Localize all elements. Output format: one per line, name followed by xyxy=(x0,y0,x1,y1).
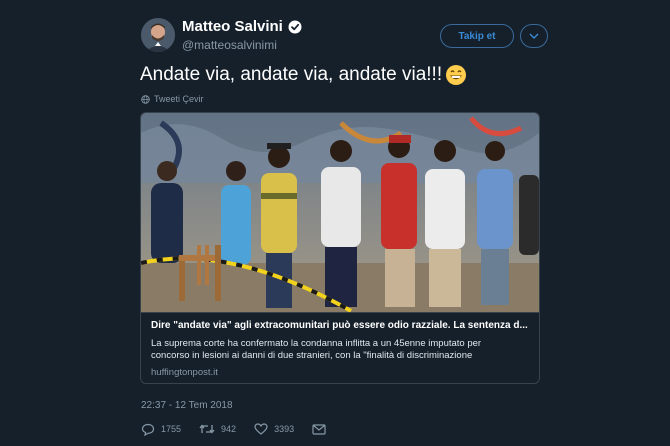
like-count: 3393 xyxy=(274,424,295,434)
globe-icon xyxy=(141,94,150,104)
retweet-action[interactable]: 942 xyxy=(199,423,236,435)
more-options-button[interactable] xyxy=(520,24,548,48)
tweet-text: Andate via, andate via, andate via!!! xyxy=(140,64,443,85)
author-handle[interactable]: @matteosalvinimi xyxy=(182,38,277,52)
like-icon xyxy=(254,423,268,435)
card-image[interactable] xyxy=(141,113,539,313)
translate-label[interactable]: Tweeti Çevir xyxy=(154,94,204,104)
like-action[interactable]: 3393 xyxy=(254,423,294,435)
chevron-down-icon xyxy=(529,33,539,39)
direct-message-action[interactable] xyxy=(312,423,326,435)
translate-tweet-link[interactable]: Tweeti Çevir xyxy=(141,94,204,104)
author-name[interactable]: Matteo Salvini xyxy=(182,18,283,35)
avatar[interactable] xyxy=(141,18,175,52)
tweet-text-row: Andate via, andate via, andate via!!! xyxy=(140,64,467,86)
card-domain: huffingtonpost.it xyxy=(151,367,218,378)
emoji-grin-icon xyxy=(445,64,467,86)
reply-count: 1755 xyxy=(161,424,182,434)
retweet-icon xyxy=(199,424,215,434)
author-name-row[interactable]: Matteo Salvini xyxy=(182,18,302,35)
link-card[interactable]: Dire "andate via" agli extracomunitari p… xyxy=(140,112,540,384)
reply-icon xyxy=(141,423,155,436)
follow-button[interactable]: Takip et xyxy=(440,24,514,48)
reply-action[interactable]: 1755 xyxy=(141,423,181,436)
card-title[interactable]: Dire "andate via" agli extracomunitari p… xyxy=(151,320,536,331)
card-body[interactable]: Dire "andate via" agli extracomunitari p… xyxy=(141,312,539,383)
verified-icon xyxy=(288,20,302,34)
tweet-actions: 1755 942 3393 xyxy=(141,421,344,437)
card-description: La suprema corte ha confermato la condan… xyxy=(151,338,482,361)
retweet-count: 942 xyxy=(221,424,237,434)
dm-icon xyxy=(312,423,326,435)
tweet-timestamp[interactable]: 22:37 - 12 Tem 2018 xyxy=(141,400,233,411)
